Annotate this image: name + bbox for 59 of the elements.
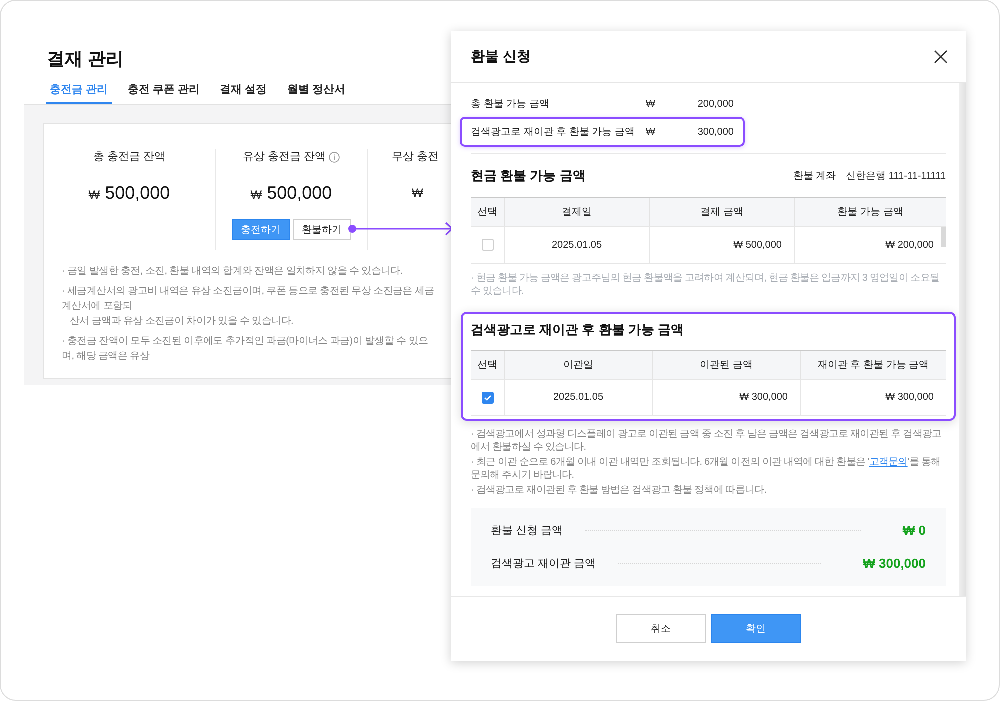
table-cell: ₩ 300,000 bbox=[800, 380, 946, 415]
page-title: 결재 관리 bbox=[47, 48, 126, 71]
tab[interactable]: 월별 정산서 bbox=[283, 76, 350, 104]
table-cell: 2025.01.05 bbox=[504, 227, 649, 263]
currency-symbol: ₩ bbox=[250, 187, 262, 204]
column-header: 선택 bbox=[476, 206, 498, 220]
checkmark-icon bbox=[482, 392, 492, 402]
close-button[interactable] bbox=[934, 50, 948, 64]
note-text: · 금일 발생한 충전, 소진, 환불 내역의 합계와 잔액은 일치하지 않을 수 있습니다. bbox=[62, 265, 404, 279]
amount-label: 검색광고로 재이관 후 환불 가능 금액 bbox=[471, 126, 636, 139]
amount-label: 총 환불 가능 금액 bbox=[471, 98, 550, 111]
balance-amount: 500,000 bbox=[267, 182, 332, 205]
balance-amount: 500,000 bbox=[105, 182, 170, 205]
note-text: · 최근 이관 순으로 6개월 이내 이관 내역만 조회됩니다. 6개월 이전의 이관 내역에 대한 환불은 '고객문의'를 통해 문의해 주시기 바랍니다. bbox=[471, 456, 942, 482]
refund-button[interactable]: 환불하기 bbox=[293, 219, 351, 240]
column-header: 선택 bbox=[476, 359, 498, 373]
table-cell: ₩ 300,000 bbox=[652, 380, 800, 415]
currency-symbol: ₩ bbox=[88, 187, 100, 204]
amount-value: 200,000 bbox=[696, 98, 734, 110]
note-text: · 충전금 잔액이 모두 소진된 이후에도 추가적인 과금(마이너스 과금)이 발생할 수 있으며, 해당 금액은 유상 bbox=[62, 335, 430, 364]
tab[interactable]: 결재 설정 bbox=[216, 76, 272, 104]
checkbox[interactable] bbox=[482, 239, 494, 251]
table-cell: ₩ 500,000 bbox=[649, 227, 794, 263]
note-text: · 현금 환불 가능 금액은 광고주님의 현금 환불액을 고려하여 계산되며, 현금 환불은 입금까지 3 영업일이 소요될 수 있습니다. bbox=[471, 272, 941, 298]
checkbox[interactable] bbox=[482, 392, 494, 404]
currency-symbol: ₩ bbox=[646, 98, 656, 110]
total-label: 환불 신청 금액 bbox=[491, 524, 564, 538]
balance-label: 총 충전금 잔액 bbox=[93, 150, 166, 165]
balance-label: 무상 충전 bbox=[392, 150, 440, 165]
column-header: 결제 금액 bbox=[649, 198, 794, 226]
column-header: 이관일 bbox=[504, 351, 652, 379]
currency-symbol: ₩ bbox=[646, 126, 656, 138]
column-header: 이관된 금액 bbox=[652, 351, 800, 379]
note-text: · 세금계산서의 광고비 내역은 유상 소진금이며, 쿠폰 등으로 충전된 무상 소진금은 세금계산서에 포함되 bbox=[62, 285, 436, 314]
cancel-button[interactable]: 취소 bbox=[616, 614, 706, 643]
amount-value: 300,000 bbox=[696, 126, 734, 138]
close-icon bbox=[934, 50, 948, 64]
info-icon[interactable] bbox=[329, 152, 340, 162]
note-text: 산서 금액과 유상 소진금이 차이가 있을 수 있습니다. bbox=[69, 315, 295, 329]
scrollbar[interactable] bbox=[959, 83, 966, 596]
account-number: 신한은행 111-11-11111 bbox=[846, 170, 946, 183]
total-amount: ₩ 0 bbox=[902, 523, 926, 538]
total-label: 검색광고 재이관 금액 bbox=[491, 557, 596, 571]
note-text: · 검색광고에서 성과형 디스플레이 광고로 이관된 금액 중 소진 후 남은 금액은 검색광고로 재이관된 후 검색광고에서 환불하실 수 있습니다. bbox=[471, 428, 943, 454]
inquiry-link[interactable]: 고객문의 bbox=[869, 457, 908, 468]
balance-label: 유상 충전금 잔액 bbox=[242, 150, 326, 165]
scrollbar[interactable] bbox=[941, 227, 946, 247]
column-header: 결제일 bbox=[504, 198, 649, 226]
section-title: 검색광고로 재이관 후 환불 가능 금액 bbox=[471, 322, 684, 337]
dialog-title: 환불 신청 bbox=[471, 48, 531, 66]
account-label: 환불 계좌 bbox=[793, 170, 836, 183]
table-cell: 2025.01.05 bbox=[504, 380, 652, 415]
currency-symbol: ₩ bbox=[412, 185, 424, 202]
column-header: 재이관 후 환불 가능 금액 bbox=[800, 351, 946, 379]
total-amount: ₩ 300,000 bbox=[863, 556, 926, 571]
section-title: 현금 환불 가능 금액 bbox=[471, 167, 586, 185]
tab[interactable]: 충전 쿠폰 관리 bbox=[124, 76, 204, 104]
note-text: · 검색광고로 재이관된 후 환불 방법은 검색광고 환불 정책에 따릅니다. bbox=[471, 484, 768, 497]
column-header: 환불 가능 금액 bbox=[794, 198, 946, 226]
